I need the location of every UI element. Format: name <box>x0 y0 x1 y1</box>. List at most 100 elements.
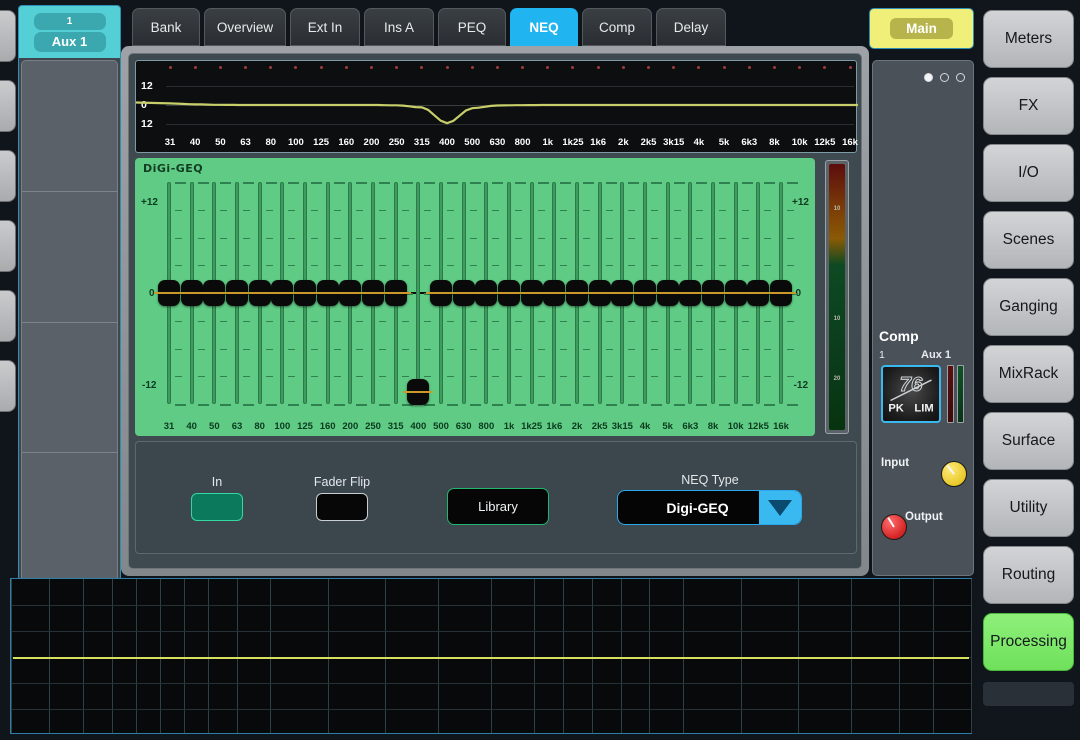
geq-fader-1k6[interactable] <box>543 182 572 406</box>
geq-tick <box>220 237 228 239</box>
geq-fader-cap-315[interactable] <box>384 280 407 306</box>
channel-section-4[interactable] <box>22 453 117 583</box>
geq-fader-630[interactable] <box>452 182 481 406</box>
edge-button-1[interactable] <box>0 80 16 132</box>
pk-lim-76-icon[interactable]: 76 PK LIM <box>881 365 941 423</box>
fr-xlabel-12k5: 12k5 <box>814 137 836 148</box>
nav-scenes[interactable]: Scenes <box>983 211 1074 269</box>
geq-fader-10k[interactable] <box>724 182 753 406</box>
geq-fader-160[interactable] <box>316 182 345 406</box>
geq-fader-8k[interactable] <box>702 182 730 406</box>
input-knob[interactable] <box>941 461 967 487</box>
tab-main[interactable]: Main <box>869 8 974 49</box>
geq-fader-1k25[interactable] <box>520 182 549 406</box>
tab-neq[interactable]: NEQ <box>510 8 578 46</box>
geq-label-3k15: 3k15 <box>611 421 633 432</box>
in-button[interactable] <box>191 493 243 521</box>
geq-fader-6k3[interactable] <box>679 182 708 406</box>
edge-button-5[interactable] <box>0 360 16 412</box>
digi-geq-fader-panel[interactable]: DiGi-GEQ +12 0 -12 +12 0 -12 31 40 50 63 80 1… <box>135 158 815 436</box>
geq-fader-63[interactable] <box>226 182 254 406</box>
geq-fader-800[interactable] <box>475 182 504 406</box>
fader-flip-button[interactable] <box>316 493 368 521</box>
edge-button-4[interactable] <box>0 290 16 342</box>
geq-fader-2k[interactable] <box>566 182 594 406</box>
geq-fader-cap-16k[interactable] <box>770 280 792 306</box>
geq-fader-250[interactable] <box>362 182 390 406</box>
geq-label-2k: 2k <box>571 421 583 432</box>
tab-ins-a[interactable]: Ins A <box>364 8 434 46</box>
geq-label-315: 315 <box>387 421 404 432</box>
page-dot-3[interactable] <box>956 73 965 82</box>
page-indicator-dots[interactable] <box>924 73 965 82</box>
geq-fader-16k[interactable] <box>770 182 798 406</box>
geq-tick <box>696 182 708 184</box>
geq-fader-2k5[interactable] <box>588 182 617 406</box>
geq-fader-3k15[interactable] <box>611 182 640 406</box>
geq-fader-31[interactable] <box>158 182 186 406</box>
geq-tick <box>333 237 341 239</box>
nav-meters[interactable]: Meters <box>983 10 1074 68</box>
geq-tick <box>605 182 617 184</box>
geq-fader-500[interactable] <box>430 182 458 406</box>
geq-fader-400[interactable] <box>407 182 436 406</box>
geq-tick <box>243 376 250 378</box>
page-dot-2[interactable] <box>940 73 949 82</box>
edge-button-0[interactable] <box>0 10 16 62</box>
geq-label-200: 200 <box>342 421 359 432</box>
tab-delay[interactable]: Delay <box>656 8 726 46</box>
right-navigation-sidebar[interactable]: Meters FX I/O Scenes Ganging MixRack Surface Ut… <box>977 0 1080 740</box>
library-button[interactable]: Library <box>447 488 549 525</box>
geq-track-400 <box>416 182 421 404</box>
nav-mixrack[interactable]: MixRack <box>983 345 1074 403</box>
geq-tick <box>401 265 409 267</box>
tab-comp[interactable]: Comp <box>582 8 652 46</box>
nav-fx[interactable]: FX <box>983 77 1074 135</box>
geq-fader-50[interactable] <box>203 182 232 406</box>
nav-routing[interactable]: Routing <box>983 546 1074 604</box>
nav-processing[interactable]: Processing <box>983 613 1074 671</box>
channel-header[interactable]: 1 Aux 1 <box>19 6 120 58</box>
channel-section-3[interactable] <box>22 323 117 454</box>
geq-fader-80[interactable] <box>248 182 277 406</box>
geq-label-12k5: 12k5 <box>747 421 769 432</box>
tab-peq[interactable]: PEQ <box>438 8 506 46</box>
tab-bank[interactable]: Bank <box>132 8 200 46</box>
nav-surface[interactable]: Surface <box>983 412 1074 470</box>
edge-button-3[interactable] <box>0 220 16 272</box>
nav-ganging[interactable]: Ganging <box>983 278 1074 336</box>
frequency-response-graph[interactable]: 12 0 12 31 40 50 63 80 100 125 160 200 250 315 400 5… <box>135 60 858 153</box>
geq-fader-125[interactable] <box>294 182 322 406</box>
geq-fader-12k5[interactable] <box>747 182 776 406</box>
channel-body[interactable] <box>21 60 118 584</box>
nav-i-o[interactable]: I/O <box>983 144 1074 202</box>
geq-fader-5k[interactable] <box>656 182 685 406</box>
nav-utility[interactable]: Utility <box>983 479 1074 537</box>
chevron-down-icon[interactable] <box>759 491 801 524</box>
fr-xlabel-6k3: 6k3 <box>741 137 758 148</box>
geq-fader-1k[interactable] <box>498 182 526 406</box>
edge-button-2[interactable] <box>0 150 16 202</box>
tab-overview[interactable]: Overview <box>204 8 286 46</box>
bottom-meter-grid[interactable] <box>10 578 972 734</box>
geq-fader-4k[interactable] <box>634 182 662 406</box>
geq-tick <box>379 348 386 350</box>
neq-control-bar: In Fader Flip Library NEQ Type Digi-GEQ <box>135 441 857 554</box>
tab-ext-in[interactable]: Ext In <box>290 8 360 46</box>
channel-section-1[interactable] <box>22 61 117 192</box>
geq-tick <box>175 320 182 322</box>
neq-type-select[interactable]: Digi-GEQ <box>617 490 802 525</box>
comp-title: Comp <box>879 328 919 344</box>
geq-fader-200[interactable] <box>339 182 368 406</box>
geq-tick <box>628 182 640 184</box>
channel-section-2[interactable] <box>22 192 117 323</box>
processing-tab-bar[interactable]: Bank Overview Ext In Ins A PEQ NEQ Comp Delay <box>132 8 726 46</box>
page-dot-1[interactable] <box>924 73 933 82</box>
geq-fader-40[interactable] <box>180 182 209 406</box>
geq-tick <box>537 182 549 184</box>
geq-fader-cap-400[interactable] <box>407 379 430 405</box>
channel-strip-panel[interactable]: 1 Aux 1 <box>18 5 121 584</box>
output-knob[interactable] <box>881 514 907 540</box>
geq-fader-100[interactable] <box>271 182 300 406</box>
geq-fader-315[interactable] <box>384 182 413 406</box>
